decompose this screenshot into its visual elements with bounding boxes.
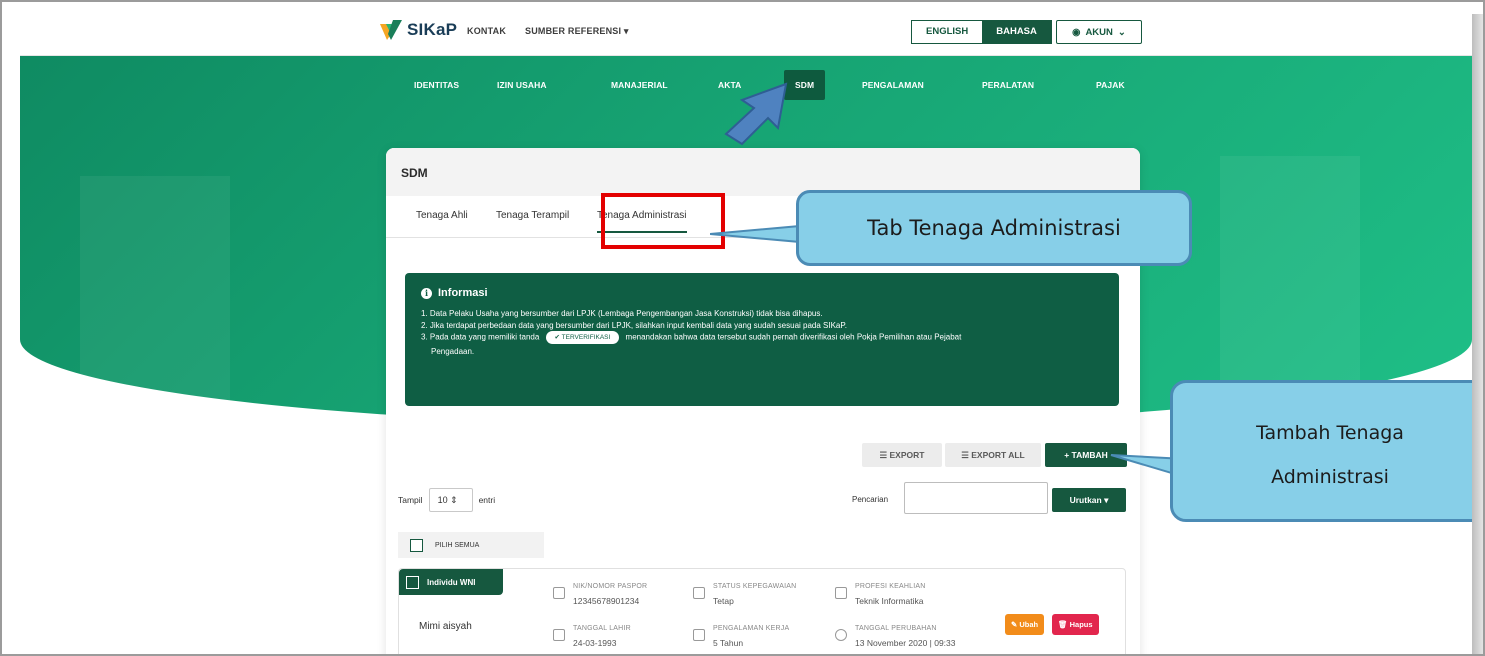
select-all-checkbox[interactable] — [410, 538, 423, 552]
page-size-control: Tampil 10 ⇕ entri — [398, 488, 495, 512]
field-value: Teknik Informatika — [855, 596, 924, 606]
building-icon — [693, 629, 705, 641]
sumber-referensi-link[interactable]: SUMBER REFERENSI ▾ — [525, 26, 629, 37]
page-size-value: 10 — [437, 495, 448, 505]
edit-label: Ubah — [1019, 620, 1039, 629]
person-name: Mimi aisyah — [419, 621, 472, 632]
field-value: Tetap — [713, 596, 734, 606]
tab-highlight-box — [601, 193, 725, 249]
menu-pajak[interactable]: PAJAK — [1096, 70, 1125, 100]
tambah-callout-line1: Tambah Tenaga — [1256, 422, 1404, 444]
tab-tenaga-ahli[interactable]: Tenaga Ahli — [416, 210, 468, 221]
tab-tenaga-terampil[interactable]: Tenaga Terampil — [496, 210, 569, 221]
sikap-logo-icon — [380, 20, 402, 40]
field-value: 13 November 2020 | 09:33 — [855, 638, 956, 648]
field-label: STATUS KEPEGAWAIAN — [713, 583, 797, 590]
sumber-referensi-label: SUMBER REFERENSI — [525, 26, 622, 36]
card-title: SDM — [386, 148, 1140, 196]
info-line-3a: 3. Pada data yang memiliki tanda — [421, 332, 540, 342]
field-value: 24-03-1993 — [573, 638, 617, 648]
field-value: 12345678901234 — [573, 596, 640, 606]
top-navbar: SIKaP KONTAK SUMBER REFERENSI ▾ ENGLISH … — [20, 8, 1472, 56]
sikap-logo[interactable]: SIKaP — [380, 20, 457, 40]
list-icon: ☰ — [879, 450, 888, 460]
field-value: 5 Tahun — [713, 638, 744, 648]
user-circle-icon: ◉ — [1072, 26, 1081, 38]
tambah-callout: Tambah Tenaga Administrasi — [1170, 380, 1472, 522]
bahasa-button[interactable]: BAHASA — [982, 21, 1051, 43]
briefcase-icon — [835, 587, 847, 599]
field-label: TANGGAL LAHIR — [573, 625, 631, 632]
export-label: EXPORT — [889, 450, 925, 460]
field-label: PROFESI KEAHLIAN — [855, 583, 926, 590]
info-title: i Informasi — [421, 287, 1103, 299]
entri-label: entri — [478, 495, 496, 505]
urutkan-label: Urutkan — [1069, 495, 1102, 505]
calendar-icon — [553, 629, 565, 641]
menu-manajerial[interactable]: MANAJERIAL — [611, 70, 668, 100]
field-nik: NIK/NOMOR PASPOR 12345678901234 — [573, 583, 647, 606]
export-button[interactable]: ☰ EXPORT — [862, 443, 942, 467]
badge-icon — [693, 587, 705, 599]
menu-pengalaman[interactable]: PENGALAMAN — [862, 70, 924, 100]
info-line-3b: menandakan bahwa data tersebut sudah per… — [625, 332, 962, 342]
field-tanggal-perubahan: TANGGAL PERUBAHAN 13 November 2020 | 09:… — [855, 625, 956, 648]
id-card-icon — [553, 587, 565, 599]
terverifikasi-badge: ✔ TERVERIFIKASI — [545, 331, 620, 344]
search-label: Pencarian — [852, 495, 889, 504]
info-line-1: 1. Data Pelaku Usaha yang bersumber dari… — [421, 309, 823, 318]
field-profesi: PROFESI KEAHLIAN Teknik Informatika — [855, 583, 926, 606]
row-type-label: Individu WNI — [427, 577, 476, 587]
field-pengalaman: PENGALAMAN KERJA 5 Tahun — [713, 625, 789, 648]
delete-label: Hapus — [1069, 620, 1093, 629]
row-type-tag: Individu WNI — [399, 569, 503, 595]
caret-down-icon: ▾ — [623, 26, 629, 36]
export-all-button[interactable]: ☰ EXPORT ALL — [945, 443, 1041, 467]
trash-icon: 🗑 — [1058, 620, 1068, 629]
tab-callout: Tab Tenaga Administrasi — [796, 190, 1192, 266]
clock-icon — [835, 629, 847, 641]
field-tanggal-lahir: TANGGAL LAHIR 24-03-1993 — [573, 625, 631, 648]
select-all[interactable]: PILIH SEMUA — [398, 532, 544, 558]
document-frame: SIKaP KONTAK SUMBER REFERENSI ▾ ENGLISH … — [0, 0, 1485, 656]
list-icon: ☰ — [961, 450, 969, 460]
account-label: AKUN — [1085, 26, 1113, 38]
caret-down-icon: ▾ — [1104, 495, 1109, 505]
info-panel: i Informasi 1. Data Pelaku Usaha yang be… — [405, 273, 1119, 406]
info-line-3: 3. Pada data yang memiliki tanda ✔ TERVE… — [421, 331, 1103, 344]
chevron-down-icon: ⌄ — [1117, 26, 1126, 38]
row-checkbox[interactable] — [406, 575, 419, 589]
edit-icon: ✎ — [1011, 620, 1018, 629]
english-button[interactable]: ENGLISH — [912, 21, 983, 43]
screenshot: SIKaP KONTAK SUMBER REFERENSI ▾ ENGLISH … — [20, 8, 1472, 654]
delete-button[interactable]: 🗑 Hapus — [1052, 614, 1099, 635]
field-label: NIK/NOMOR PASPOR — [573, 583, 648, 590]
sort-caret-icon: ⇕ — [450, 495, 458, 505]
info-icon: i — [421, 287, 432, 299]
screenshot-shadow — [1472, 14, 1483, 654]
info-title-text: Informasi — [438, 287, 488, 299]
page-size-select[interactable]: 10 ⇕ — [428, 488, 473, 512]
kontak-link[interactable]: KONTAK — [467, 26, 506, 36]
info-line-2: 2. Jika terdapat perbedaan data yang ber… — [421, 320, 847, 330]
field-label: TANGGAL PERUBAHAN — [855, 625, 937, 632]
info-line-3c: Pengadaan. — [431, 347, 475, 356]
account-dropdown[interactable]: ◉ AKUN ⌄ — [1056, 20, 1142, 44]
field-status: STATUS KEPEGAWAIAN Tetap — [713, 583, 796, 606]
export-all-label: EXPORT ALL — [971, 450, 1025, 460]
tampil-label: Tampil — [398, 495, 423, 505]
field-label: PENGALAMAN KERJA — [713, 625, 790, 632]
menu-izin-usaha[interactable]: IZIN USAHA — [497, 70, 547, 100]
urutkan-button[interactable]: Urutkan ▾ — [1052, 488, 1126, 512]
search-input[interactable] — [904, 482, 1048, 514]
list-item: Individu WNI Mimi aisyah NIK/NOMOR PASPO… — [398, 568, 1126, 654]
edit-button[interactable]: ✎ Ubah — [1005, 614, 1045, 635]
logo-text: SIKaP — [407, 20, 458, 39]
menu-peralatan[interactable]: PERALATAN — [982, 70, 1034, 100]
language-switch: ENGLISH BAHASA — [911, 20, 1052, 44]
menu-identitas[interactable]: IDENTITAS — [414, 70, 459, 100]
select-all-label: PILIH SEMUA — [435, 541, 480, 549]
pointer-arrow-icon — [724, 82, 788, 146]
tambah-callout-line2: Administrasi — [1271, 466, 1389, 488]
